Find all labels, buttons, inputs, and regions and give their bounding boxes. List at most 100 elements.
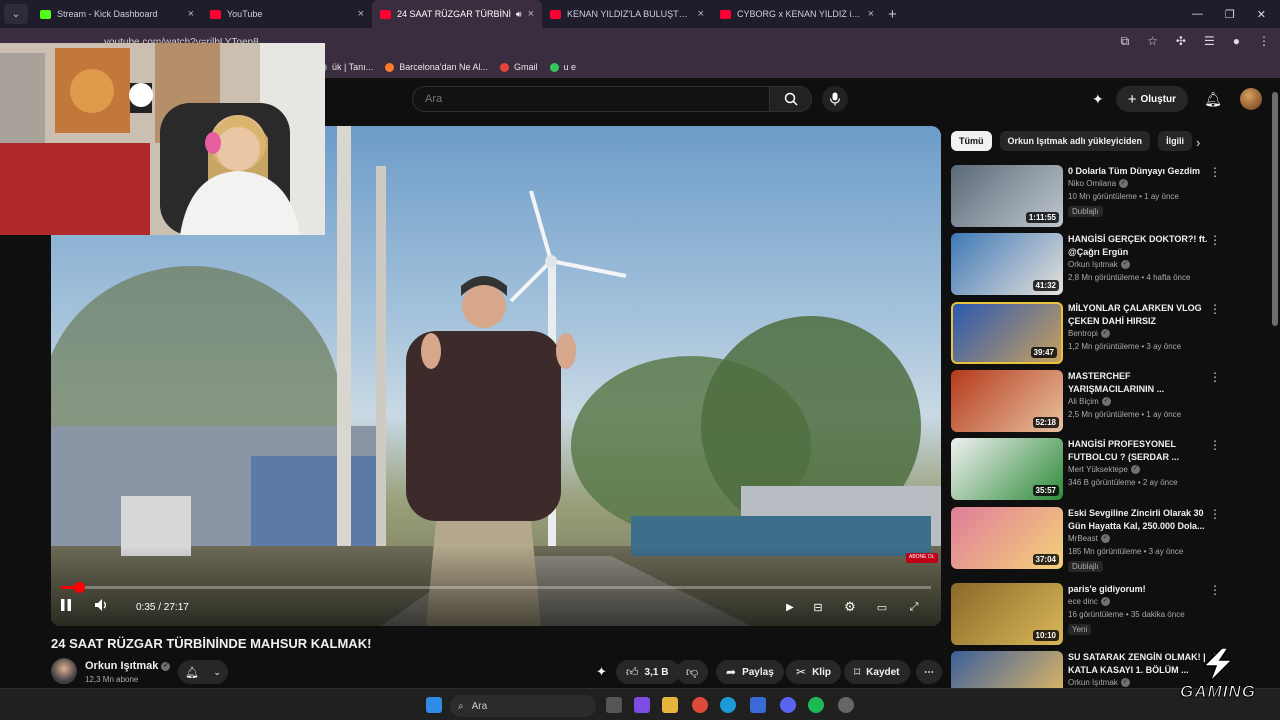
subscription-bell-button[interactable]: 🔔︎ ⌄ [178,660,228,684]
chrome-icon[interactable] [692,697,708,713]
tab-close-icon[interactable]: × [358,8,364,20]
video-thumbnail[interactable]: 10:10 [951,583,1063,645]
recommended-video[interactable]: 10:10 paris'e gidiyorum! ece dinc ✓ 16 görün… [951,583,1251,645]
progress-bar[interactable] [61,582,931,593]
clip-button[interactable]: ✂ Klip [786,660,841,684]
save-button[interactable]: ⌑ Kaydet [844,660,910,684]
more-vert-icon[interactable]: ⋮ [1209,583,1221,597]
recommended-video[interactable]: 52:18 MASTERCHEF YARIŞMACILARININ ... Ali … [951,370,1251,432]
fullscreen-button[interactable]: ⤢ [905,598,923,616]
tab-close-icon[interactable]: × [528,8,534,20]
recommended-video[interactable]: 35:57 HANGİSİ PROFESYONEL FUTBOLCU ? (SER… [951,438,1251,500]
recommended-channel[interactable]: Niko Omilana ✓ [1068,179,1129,189]
bookmark-item[interactable]: u e [549,62,576,72]
taskbar-search[interactable]: ⌕ Ara [450,695,596,717]
windows-start-icon[interactable] [426,697,442,713]
recommended-title[interactable]: Eski Sevgiline Zincirli Olarak 30 Gün Ha… [1068,507,1208,533]
recommended-video[interactable]: 1:11:55 0 Dolarla Tüm Dünyayı Gezdim Niko … [951,165,1251,227]
more-vert-icon[interactable]: ⋮ [1209,507,1221,521]
browser-menu-icon[interactable]: ⋮ [1258,34,1270,49]
recommended-title[interactable]: MASTERCHEF YARIŞMACILARININ ... [1068,370,1208,396]
channel-avatar[interactable] [51,658,77,684]
settings-button[interactable]: ⚙ [841,598,859,616]
more-vert-icon[interactable]: ⋮ [1209,438,1221,452]
copilot-icon[interactable] [634,697,650,713]
bookmark-star-icon[interactable]: ☆ [1147,34,1158,49]
minimize-button[interactable]: — [1192,8,1203,20]
more-vert-icon[interactable]: ⋮ [1209,233,1221,247]
account-avatar[interactable] [1239,88,1262,110]
pause-button[interactable] [61,599,83,615]
close-window-button[interactable]: ✕ [1257,8,1266,21]
tab-close-icon[interactable]: × [188,8,194,20]
search-input[interactable] [412,86,770,112]
gemini-sparkle-icon[interactable]: ✦ [1092,91,1104,108]
volume-button[interactable] [95,599,115,615]
obs-icon[interactable] [838,697,854,713]
recommended-video[interactable]: 39:47 MİLYONLAR ÇALARKEN VLOG ÇEKEN DAHİ … [951,302,1251,364]
page-scrollbar[interactable] [1272,92,1278,326]
search-button[interactable] [770,86,812,112]
video-thumbnail[interactable]: 39:47 [951,302,1063,364]
video-thumbnail[interactable]: 41:32 [951,233,1063,295]
dislike-button[interactable]: 👎︎ [676,660,709,684]
spotify-icon[interactable] [808,697,824,713]
video-thumbnail[interactable]: 52:18 [951,370,1063,432]
recommended-video[interactable]: 37:04 Eski Sevgiline Zincirli Olarak 30 G… [951,507,1251,572]
recommended-channel[interactable]: ece dinc ✓ [1068,597,1110,607]
theater-mode-button[interactable]: ▭ [873,598,891,616]
browser-tab[interactable]: YouTube × [202,0,372,28]
like-button[interactable]: 👍︎ 3,1 B [616,660,681,684]
discord-icon[interactable] [780,697,796,713]
bookmark-item[interactable]: Barcelona'dan Ne Al... [385,62,488,72]
browser-tab[interactable]: Stream - Kick Dashboard × [32,0,202,28]
recommended-channel[interactable]: Ali Biçim ✓ [1068,397,1111,407]
video-thumbnail[interactable]: 37:04 [951,507,1063,569]
autoplay-toggle[interactable]: ▶ [781,598,799,616]
profile-icon[interactable]: ● [1233,34,1240,49]
extensions-icon[interactable]: ✣ [1176,34,1186,49]
install-icon[interactable]: ⧉ [1121,34,1130,49]
recommended-title[interactable]: paris'e gidiyorum! [1068,583,1208,596]
subtitles-button[interactable]: ⊟ [809,598,827,616]
notifications-bell-icon[interactable]: 🔔︎ [1204,91,1222,108]
recommended-channel[interactable]: Mert Yüksektepe ✓ [1068,465,1140,475]
video-thumbnail[interactable]: 35:57 [951,438,1063,500]
reading-list-icon[interactable]: ☰ [1204,34,1215,49]
video-thumbnail[interactable]: 1:11:55 [951,165,1063,227]
tab-close-icon[interactable]: × [868,8,874,20]
filter-chip[interactable]: Tümü [951,131,992,151]
more-vert-icon[interactable]: ⋮ [1209,302,1221,316]
share-button[interactable]: ➦ Paylaş [716,660,784,684]
recommended-channel[interactable]: Bentropi ✓ [1068,329,1110,339]
store-icon[interactable] [750,697,766,713]
chevron-right-icon[interactable]: › [1196,135,1200,150]
recommended-channel[interactable]: MrBeast ✓ [1068,534,1110,544]
recommended-title[interactable]: HANGİSİ PROFESYONEL FUTBOLCU ? (SERDAR .… [1068,438,1208,464]
filter-chip[interactable]: İlgili [1158,131,1193,151]
more-vert-icon[interactable]: ⋮ [1209,370,1221,384]
subscribe-watermark[interactable]: ABONE OL [906,553,938,563]
recommended-title[interactable]: HANGİSİ GERÇEK DOKTOR?! ft. @Çağrı Ergün [1068,233,1208,259]
restore-button[interactable]: ❐ [1225,8,1235,21]
recommended-video[interactable]: 41:32 HANGİSİ GERÇEK DOKTOR?! ft. @Çağrı … [951,233,1251,295]
more-vert-icon[interactable]: ⋮ [1209,165,1221,179]
more-actions-button[interactable]: ⋯ [916,660,942,684]
recommended-title[interactable]: 0 Dolarla Tüm Dünyayı Gezdim [1068,165,1208,178]
create-button[interactable]: + Oluştur [1115,86,1189,112]
voice-search-button[interactable] [822,86,848,112]
task-view-icon[interactable] [606,697,622,713]
browser-tab[interactable]: 24 SAAT RÜZGAR TÜRBİNİ 🔊︎ × [372,0,542,28]
bookmark-item[interactable]: ük | Tanı... [318,62,373,72]
file-explorer-icon[interactable] [662,697,678,713]
tab-close-icon[interactable]: × [698,8,704,20]
channel-name[interactable]: Orkun Işıtmak ✓ [85,660,171,672]
tab-search-button[interactable]: ⌄ [4,4,28,24]
recommended-channel[interactable]: Orkun Işıtmak ✓ [1068,260,1130,270]
edge-icon[interactable] [720,697,736,713]
browser-tab[interactable]: KENAN YILDIZ'LA BULUŞTUM - × [542,0,712,28]
ask-ai-icon[interactable]: ✦ [596,664,607,680]
new-tab-button[interactable]: + [888,6,897,23]
filter-chip[interactable]: Orkun Işıtmak adlı yükleyiciden [999,131,1151,151]
browser-tab[interactable]: CYBORG x KENAN YILDIZ in Tu × [712,0,882,28]
